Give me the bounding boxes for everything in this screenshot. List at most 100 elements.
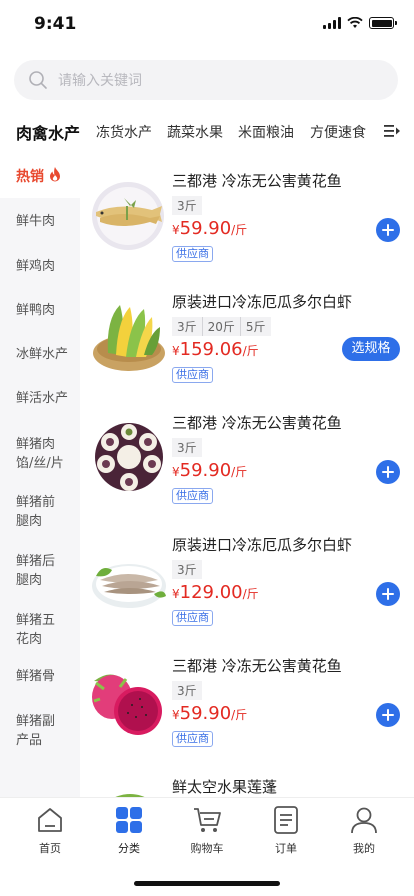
product-card[interactable]: 原装进口冷冻厄瓜多尔白虾 3斤 20斤 5斤 ¥159.06/斤 供应商 选规格 — [80, 291, 414, 411]
product-title: 鲜太空水果莲蓬 — [172, 778, 278, 796]
user-icon — [351, 807, 377, 834]
product-card[interactable]: 三都港 冷冻无公害黄花鱼 3斤 ¥59.90/斤 供应商 — [80, 170, 414, 290]
tab-rice-flour-oil[interactable]: 米面粮油 — [238, 122, 294, 142]
supplier-badge: 供应商 — [172, 731, 213, 747]
wifi-icon — [347, 17, 363, 28]
sidebar-item-label: 热销 — [16, 169, 44, 185]
tab-cart[interactable]: 购物车 — [167, 806, 247, 856]
currency-symbol: ¥ — [172, 708, 180, 722]
shrimp-plate-image — [92, 564, 166, 608]
spec-option[interactable]: 3斤 — [172, 438, 202, 457]
price-value: 59.90 — [179, 703, 232, 724]
product-price: ¥129.00/斤 — [172, 582, 259, 603]
supplier-badge: 供应商 — [172, 610, 213, 626]
add-to-cart-button[interactable] — [376, 218, 400, 242]
tab-label: 首页 — [39, 842, 61, 855]
signal-icon — [323, 17, 341, 29]
sidebar-item-pork-belly[interactable]: 鲜猪五花肉 — [0, 611, 58, 649]
corn-basket-image — [93, 305, 165, 371]
mangosteen-image — [95, 423, 163, 491]
spec-option[interactable]: 5斤 — [239, 317, 271, 336]
sidebar-item-chilled-seafood[interactable]: 冰鲜水产 — [0, 346, 80, 364]
price-value: 59.90 — [179, 460, 232, 481]
spec-options: 3斤 — [172, 438, 202, 457]
product-card[interactable]: 原装进口冷冻厄瓜多尔白虾 3斤 ¥129.00/斤 供应商 — [80, 534, 414, 654]
add-to-cart-button[interactable] — [376, 582, 400, 606]
sidebar-item-pork-hindleg[interactable]: 鲜猪后腿肉 — [0, 552, 64, 590]
price-unit: /斤 — [242, 344, 259, 358]
status-time: 9:41 — [34, 14, 77, 34]
select-spec-button[interactable]: 选规格 — [342, 337, 400, 361]
tab-label: 分类 — [118, 842, 140, 855]
price-value: 129.00 — [179, 582, 243, 603]
tab-vegetables-fruits[interactable]: 蔬菜水果 — [167, 122, 223, 142]
search-icon — [29, 71, 47, 89]
price-value: 59.90 — [179, 218, 232, 239]
product-title: 三都港 冷冻无公害黄花鱼 — [172, 657, 342, 675]
dragon-fruit-image — [92, 674, 162, 735]
lotus-pod-image — [115, 794, 145, 797]
currency-symbol: ¥ — [172, 344, 180, 358]
price-unit: /斤 — [242, 587, 259, 601]
product-title: 原装进口冷冻厄瓜多尔白虾 — [172, 293, 353, 311]
fire-icon — [50, 167, 60, 182]
tab-frozen-seafood[interactable]: 冻货水产 — [96, 122, 152, 142]
status-icons — [323, 17, 397, 29]
sidebar-item-hot[interactable]: 热销 — [0, 152, 80, 198]
sidebar: 热销 鲜牛肉 鲜鸡肉 鲜鸭肉 冰鲜水产 鲜活水产 鲜猪肉馅/丝/片 鲜猪前腿肉 … — [0, 152, 80, 797]
currency-symbol: ¥ — [172, 223, 180, 237]
product-card[interactable]: 鲜太空水果莲蓬 — [80, 776, 414, 797]
currency-symbol: ¥ — [172, 587, 180, 601]
supplier-badge: 供应商 — [172, 367, 213, 383]
spec-option[interactable]: 3斤 — [172, 317, 202, 336]
currency-symbol: ¥ — [172, 465, 180, 479]
home-indicator — [134, 881, 280, 886]
product-price: ¥59.90/斤 — [172, 218, 247, 239]
price-unit: /斤 — [231, 708, 248, 722]
tab-category[interactable]: 分类 — [89, 806, 169, 856]
spec-option[interactable]: 20斤 — [201, 317, 240, 336]
category-icon — [116, 807, 142, 833]
search-input[interactable]: 请输入关键词 — [58, 70, 146, 92]
tab-orders[interactable]: 订单 — [246, 806, 326, 856]
bottom-tab-bar: 首页 分类 购物车 订单 我的 — [0, 797, 414, 896]
order-icon — [274, 806, 298, 834]
supplier-badge: 供应商 — [172, 246, 213, 262]
spec-options: 3斤 20斤 5斤 — [172, 317, 271, 336]
home-icon — [38, 808, 62, 832]
spec-options: 3斤 — [172, 196, 202, 215]
sidebar-item-duck[interactable]: 鲜鸭肉 — [0, 302, 80, 320]
tab-home[interactable]: 首页 — [10, 806, 90, 856]
sidebar-item-beef[interactable]: 鲜牛肉 — [0, 213, 80, 231]
status-bar: 9:41 — [0, 0, 414, 50]
price-unit: /斤 — [231, 465, 248, 479]
category-tabs: 肉禽水产 冻货水产 蔬菜水果 米面粮油 方便速食 — [0, 112, 414, 158]
product-price: ¥59.90/斤 — [172, 460, 247, 481]
product-card[interactable]: 三都港 冷冻无公害黄花鱼 3斤 ¥59.90/斤 供应商 — [80, 655, 414, 775]
sidebar-item-live-seafood[interactable]: 鲜活水产 — [0, 390, 80, 408]
product-card[interactable]: 三都港 冷冻无公害黄花鱼 3斤 ¥59.90/斤 供应商 — [80, 412, 414, 532]
product-price: ¥59.90/斤 — [172, 703, 247, 724]
tab-meat-poultry-seafood[interactable]: 肉禽水产 — [16, 120, 80, 158]
price-value: 159.06 — [179, 339, 243, 360]
sidebar-item-pork-bone[interactable]: 鲜猪骨 — [0, 668, 80, 686]
battery-icon — [369, 17, 397, 29]
category-menu-icon[interactable] — [384, 124, 400, 138]
tab-label: 购物车 — [190, 842, 224, 855]
spec-option[interactable]: 3斤 — [172, 681, 202, 700]
cart-icon — [194, 808, 221, 832]
tab-label: 我的 — [353, 842, 375, 855]
add-to-cart-button[interactable] — [376, 703, 400, 727]
sidebar-item-chicken[interactable]: 鲜鸡肉 — [0, 258, 80, 276]
spec-option[interactable]: 3斤 — [172, 196, 202, 215]
spec-option[interactable]: 3斤 — [172, 560, 202, 579]
supplier-badge: 供应商 — [172, 488, 213, 504]
add-to-cart-button[interactable] — [376, 460, 400, 484]
sidebar-item-minced-pork[interactable]: 鲜猪肉馅/丝/片 — [0, 435, 68, 473]
sidebar-item-pork-foreleg[interactable]: 鲜猪前腿肉 — [0, 493, 64, 531]
sidebar-item-pork-byproducts[interactable]: 鲜猪副产品 — [0, 712, 58, 750]
tab-label: 订单 — [275, 842, 297, 855]
tab-profile[interactable]: 我的 — [324, 806, 404, 856]
tab-instant-food[interactable]: 方便速食 — [310, 122, 366, 142]
product-title: 三都港 冷冻无公害黄花鱼 — [172, 414, 342, 432]
